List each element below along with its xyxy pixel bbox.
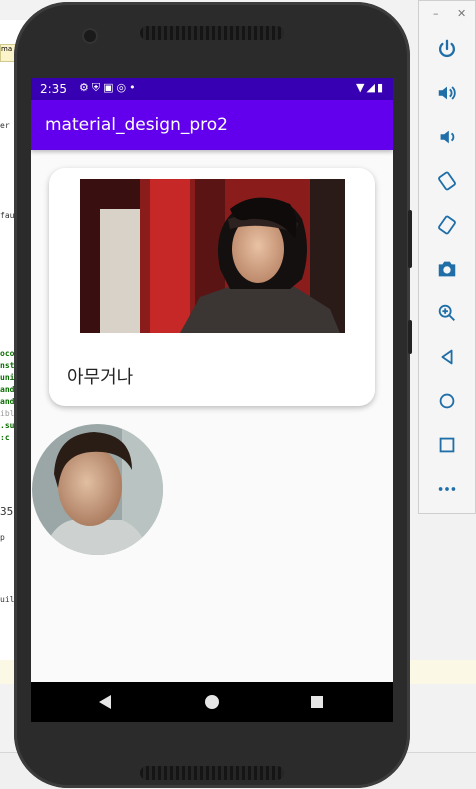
signal-icon: ◢ [366, 81, 377, 94]
phone-frame: 2:35 ⚙⛨▣◎• ▼◢▮ material_design_pro2 아무거나 [14, 2, 412, 788]
camera-icon[interactable] [435, 257, 459, 281]
app-bar: material_design_pro2 [31, 100, 393, 150]
emulator-toolbar: – ✕ [418, 0, 476, 514]
nav-back-icon[interactable] [99, 695, 111, 709]
bottom-speaker [140, 766, 284, 780]
nav-recents-icon[interactable] [311, 696, 323, 708]
top-speaker [140, 26, 284, 40]
minimize-icon[interactable]: – [433, 7, 439, 20]
close-icon[interactable]: ✕ [457, 7, 466, 20]
a-icon: ▣ [103, 81, 117, 94]
overview-icon[interactable] [435, 433, 459, 457]
status-system-icons: ▼◢▮ [356, 81, 385, 94]
card-text: 아무거나 [67, 367, 134, 388]
app-title: material_design_pro2 [45, 115, 228, 135]
circle-icon: ◎ [116, 81, 130, 94]
home-icon[interactable] [435, 389, 459, 413]
status-notification-icons: ⚙⛨▣◎• [79, 81, 139, 95]
card-image [80, 179, 345, 333]
emulator-window-controls: – ✕ [419, 7, 475, 21]
wifi-icon: ▼ [356, 81, 367, 94]
more-icon[interactable] [435, 477, 459, 501]
zoom-icon[interactable] [435, 301, 459, 325]
back-icon[interactable] [435, 345, 459, 369]
rotate-left-icon[interactable] [435, 169, 459, 193]
status-bar: 2:35 ⚙⛨▣◎• ▼◢▮ [31, 78, 393, 100]
dot-icon: • [129, 81, 139, 94]
power-icon[interactable] [435, 37, 459, 61]
battery-icon: ▮ [376, 81, 385, 94]
device-screen: 2:35 ⚙⛨▣◎• ▼◢▮ material_design_pro2 아무거나 [31, 78, 393, 722]
volume-side-button[interactable] [408, 210, 412, 268]
circular-avatar[interactable] [32, 424, 163, 555]
material-card[interactable]: 아무거나 [49, 168, 375, 406]
nav-home-icon[interactable] [205, 695, 219, 709]
system-nav-bar [31, 682, 393, 722]
rotate-right-icon[interactable] [435, 213, 459, 237]
volume-down-icon[interactable] [435, 125, 459, 149]
status-time: 2:35 [40, 82, 67, 96]
shield-icon: ⛨ [91, 81, 104, 94]
gear-icon: ⚙ [79, 81, 92, 94]
power-side-button[interactable] [408, 320, 412, 354]
volume-up-icon[interactable] [435, 81, 459, 105]
front-camera [84, 30, 96, 42]
